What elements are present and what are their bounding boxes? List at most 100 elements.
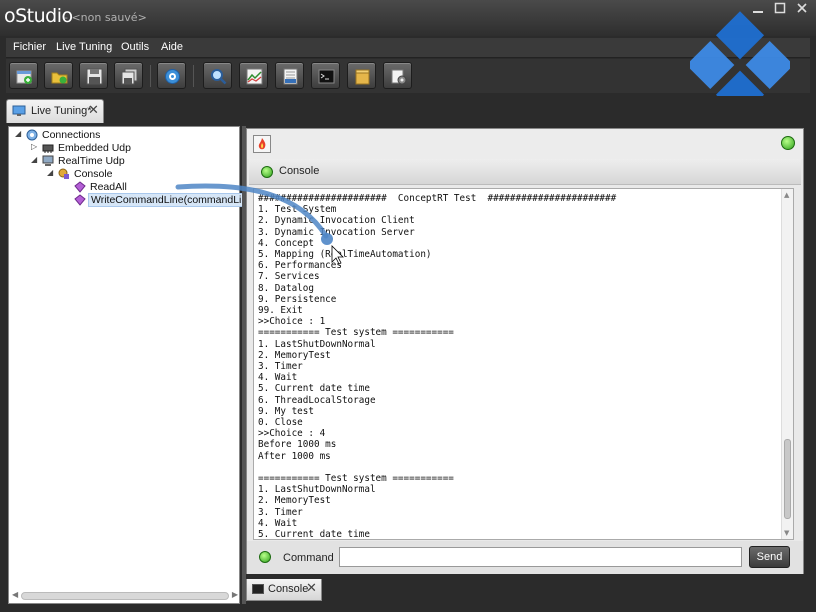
chart-icon	[246, 68, 263, 85]
command-label: Command	[283, 552, 334, 564]
console-header: Console	[249, 159, 801, 185]
console-line: 6. Performances	[258, 260, 342, 272]
connections-icon	[26, 129, 38, 141]
package-icon	[355, 69, 370, 85]
menu-outils[interactable]: Outils	[121, 41, 149, 53]
monitor-icon	[12, 105, 26, 116]
plugin-button[interactable]	[383, 62, 412, 89]
clear-button[interactable]	[253, 135, 271, 153]
expand-arrow-icon[interactable]: ◢	[47, 168, 53, 177]
settings-gear-icon	[165, 69, 180, 84]
console-output[interactable]: ####################### ConceptRT Test #…	[253, 188, 794, 540]
console-line: 5. Current date time	[258, 529, 370, 540]
plugin-icon	[391, 69, 407, 85]
chart-button[interactable]	[239, 62, 268, 89]
expand-arrow-icon[interactable]: ◢	[31, 155, 37, 164]
tab-label: Console	[268, 583, 309, 595]
tree-label: Console	[74, 168, 113, 180]
console-line: 7. Services	[258, 271, 320, 283]
package-button[interactable]	[347, 62, 376, 89]
close-window-button[interactable]	[792, 2, 812, 18]
save-button[interactable]	[79, 62, 108, 89]
scroll-up-icon[interactable]: ▲	[784, 191, 789, 199]
new-project-button[interactable]	[9, 62, 38, 89]
tree-label: Connections	[42, 129, 101, 141]
open-folder-icon	[51, 72, 68, 84]
console-text: ####################### ConceptRT Test #…	[258, 193, 617, 540]
close-icon	[797, 3, 807, 13]
scroll-thumb[interactable]	[784, 439, 791, 519]
console-line: 2. MemoryTest	[258, 349, 331, 361]
command-bar: Command Send	[247, 541, 803, 574]
send-button[interactable]: Send	[749, 546, 790, 568]
computer-icon	[42, 155, 54, 166]
connection-status-icon	[781, 136, 795, 150]
scroll-down-icon[interactable]: ▼	[784, 529, 789, 537]
scroll-left-icon[interactable]: ◀	[12, 590, 18, 599]
tree-label: Embedded Udp	[58, 142, 131, 154]
network-card-icon	[42, 144, 54, 153]
toolbar-separator	[150, 65, 151, 87]
command-input[interactable]	[339, 547, 742, 567]
tree-label: ReadAll	[90, 181, 127, 193]
close-tab-icon[interactable]: ✕	[88, 103, 99, 118]
scroll-right-icon[interactable]: ▶	[232, 590, 238, 599]
toolbar-separator	[193, 65, 194, 87]
open-button[interactable]	[44, 62, 73, 89]
console-line: =========== Test system ===========	[258, 473, 454, 485]
console-service-icon	[58, 168, 69, 179]
tree-horizontal-scrollbar[interactable]: ◀ ▶	[12, 590, 238, 600]
console-icon	[252, 584, 264, 594]
close-tab-icon[interactable]: ✕	[306, 581, 317, 596]
command-status-icon	[259, 551, 271, 563]
console-line: >>Choice : 4	[258, 428, 326, 440]
method-icon	[74, 181, 86, 193]
save-all-icon	[121, 68, 138, 85]
console-line: 5. Mapping (RealTimeAutomation)	[258, 249, 432, 261]
search-button[interactable]	[203, 62, 232, 89]
tab-live-tuning[interactable]: Live Tuning* ✕	[6, 99, 104, 123]
console-line: 5. Current date time	[258, 383, 370, 395]
console-vertical-scrollbar[interactable]: ▲ ▼	[781, 189, 793, 539]
save-all-button[interactable]	[114, 62, 143, 89]
console-line: 8. Datalog	[258, 282, 314, 294]
app-name: oStudio	[4, 5, 73, 27]
console-line: 3. Timer	[258, 361, 303, 373]
console-line: 9. My test	[258, 405, 314, 417]
console-line: ####################### ConceptRT Test #…	[258, 193, 617, 204]
console-line: 3. Dynamic Invocation Server	[258, 226, 415, 238]
search-icon	[211, 69, 227, 85]
collapsed-arrow-icon[interactable]: ▷	[31, 142, 37, 151]
document-tab-strip: Live Tuning* ✕	[0, 96, 816, 124]
panel-toolbar	[247, 129, 803, 159]
terminal-icon	[318, 69, 335, 84]
console-line: 2. MemoryTest	[258, 495, 331, 507]
tab-console[interactable]: Console ✕	[246, 579, 322, 601]
console-line: 1. LastShutDownNormal	[258, 338, 376, 350]
new-project-icon	[16, 70, 32, 84]
menu-live-tuning[interactable]: Live Tuning	[56, 41, 112, 53]
console-line: 9. Persistence	[258, 293, 337, 305]
log-icon	[283, 68, 298, 85]
flame-icon	[258, 138, 266, 150]
console-line: 4. Wait	[258, 372, 298, 384]
console-line: =========== Test system ===========	[258, 327, 454, 339]
tree-label: RealTime Udp	[58, 155, 125, 167]
console-line: 2. Dynamic Invocation Client	[258, 215, 415, 227]
connections-tree: ◢ Connections ▷ Embedded Udp ◢ RealTime …	[8, 126, 260, 604]
document-status: - <non sauvé>	[64, 11, 147, 24]
settings-button[interactable]	[157, 62, 186, 89]
menu-fichier[interactable]: Fichier	[13, 41, 46, 53]
console-title: Console	[279, 165, 320, 177]
terminal-button[interactable]	[311, 62, 340, 89]
console-status-icon	[261, 166, 273, 178]
menu-aide[interactable]: Aide	[161, 41, 183, 53]
console-line: After 1000 ms	[258, 450, 331, 462]
expand-arrow-icon[interactable]: ◢	[15, 129, 21, 138]
console-line: >>Choice : 1	[258, 316, 326, 328]
console-line: 4. Concept	[258, 237, 314, 249]
console-line: 1. LastShutDownNormal	[258, 484, 376, 496]
console-line: 0. Close	[258, 417, 303, 429]
log-button[interactable]	[275, 62, 304, 89]
